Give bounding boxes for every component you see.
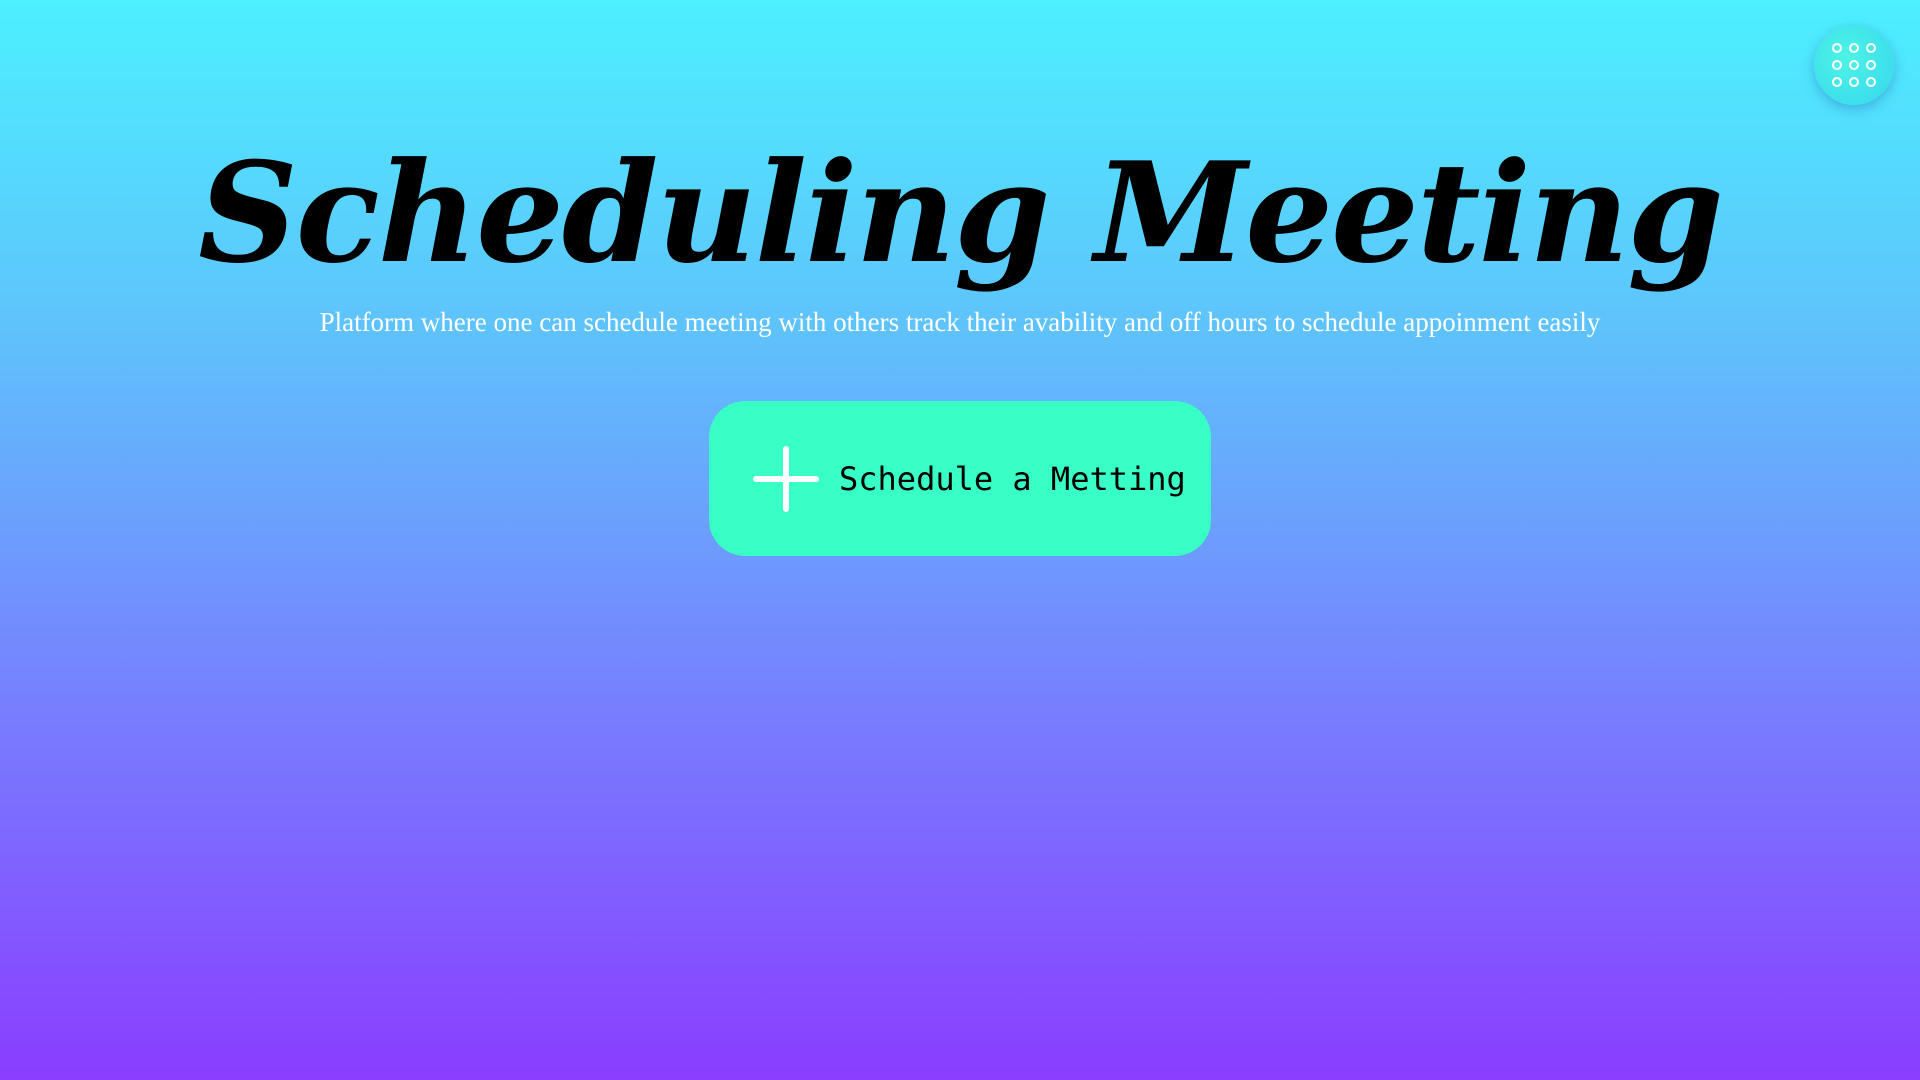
grid-dot (1832, 77, 1842, 87)
plus-icon (753, 445, 819, 512)
schedule-meeting-label: Schedule a Metting (839, 459, 1186, 498)
grid-dot (1866, 77, 1876, 87)
page-title: Scheduling Meeting (198, 131, 1724, 294)
grid-menu-icon (1832, 43, 1876, 87)
grid-dot (1849, 77, 1859, 87)
schedule-meeting-button[interactable]: Schedule a Metting (709, 401, 1211, 556)
grid-menu-button[interactable] (1814, 25, 1894, 105)
grid-dot (1866, 43, 1876, 53)
grid-dot (1832, 60, 1842, 70)
grid-dot (1866, 60, 1876, 70)
grid-dot (1849, 43, 1859, 53)
grid-dot (1832, 43, 1842, 53)
page-subtitle: Platform where one can schedule meeting … (319, 307, 1601, 337)
grid-dot (1849, 60, 1859, 70)
